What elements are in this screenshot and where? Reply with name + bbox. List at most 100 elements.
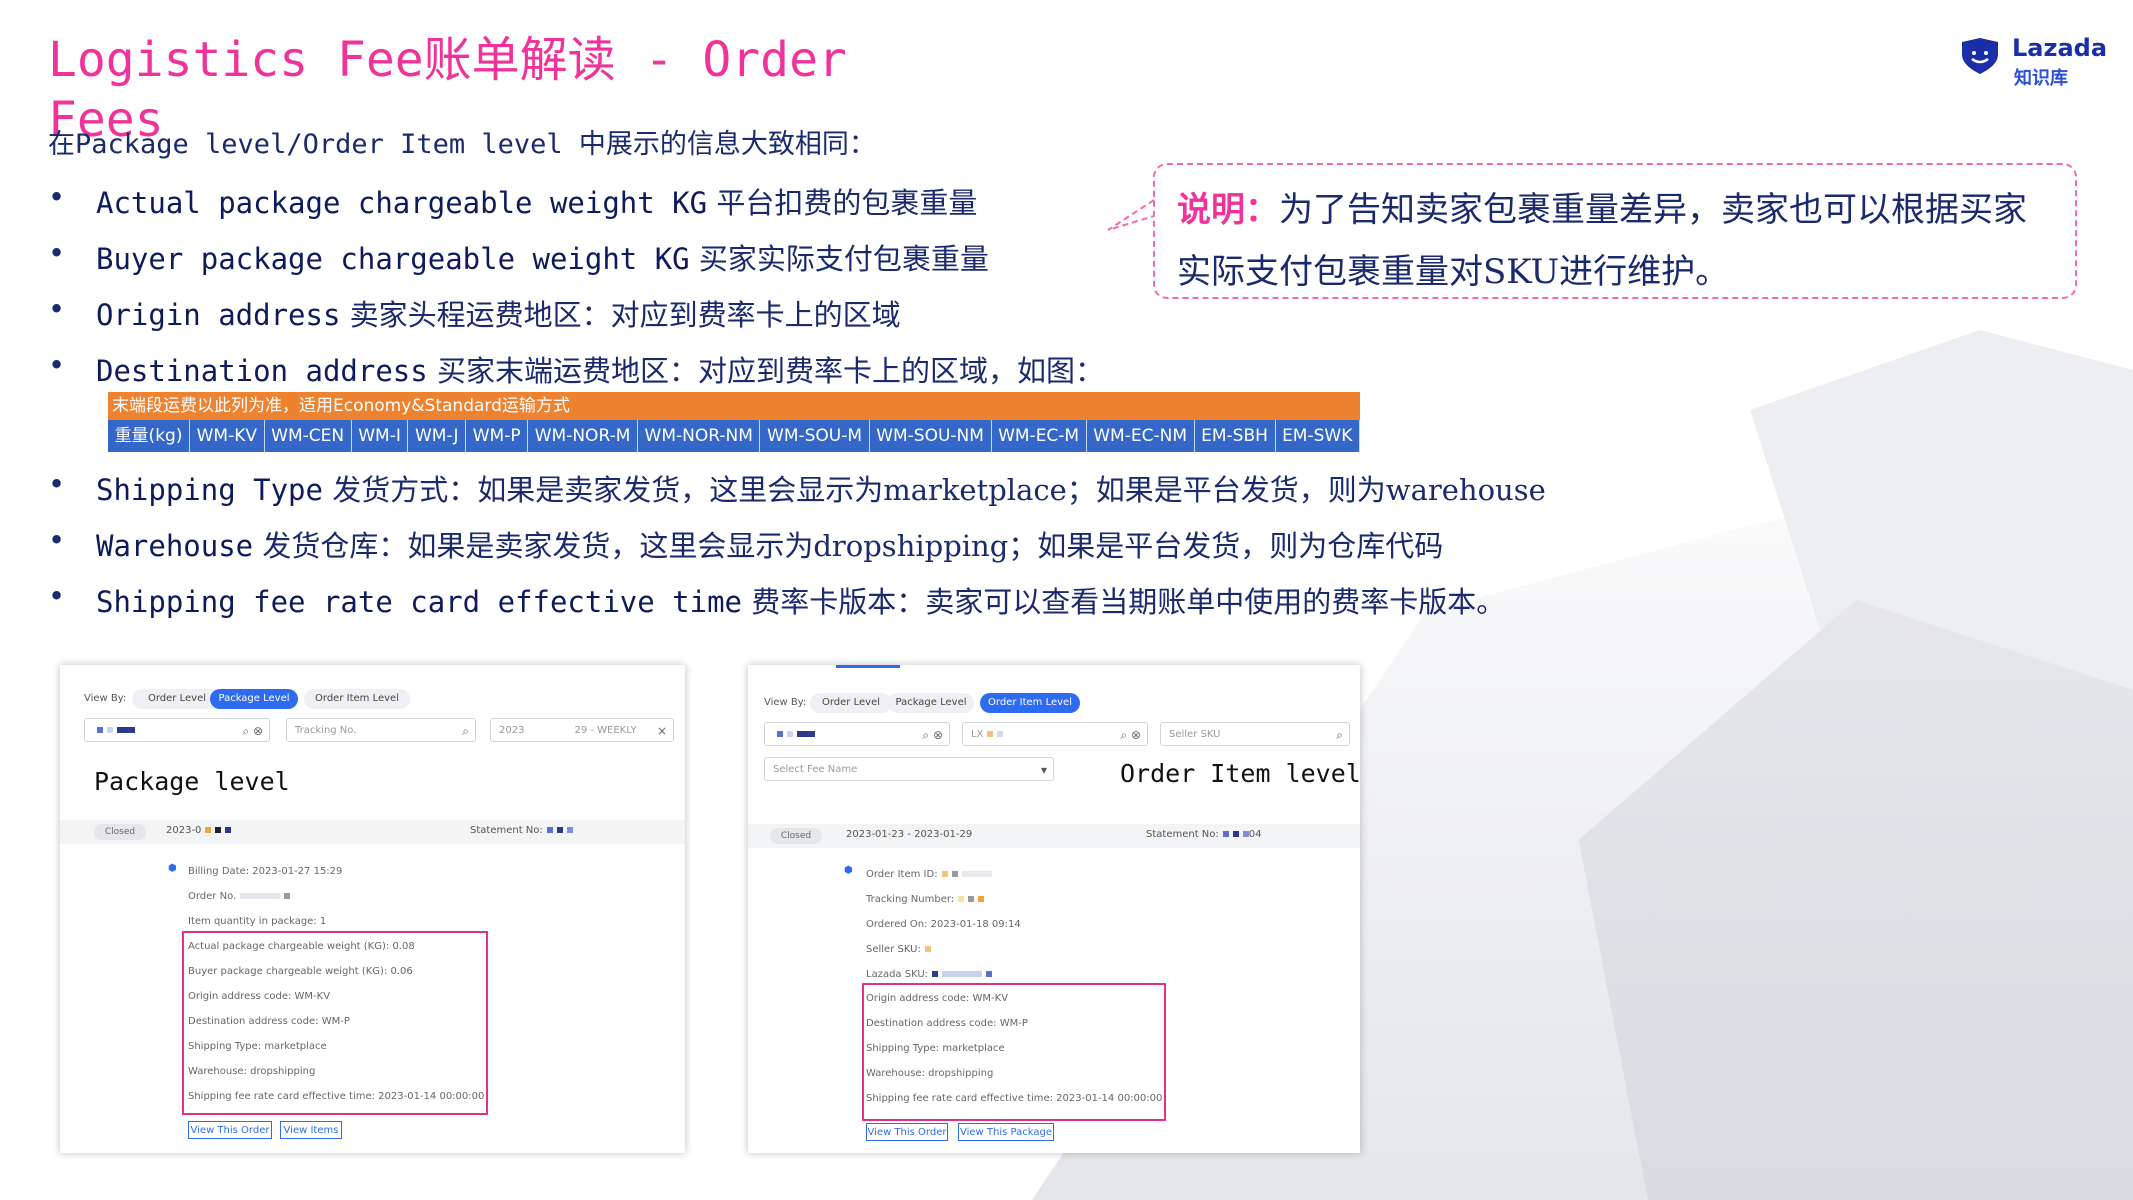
logo-brand: Lazada (2012, 34, 2108, 62)
seller-sku-input[interactable]: Seller SKU ⌕ (1160, 722, 1350, 746)
rate-card-column: WM-EC-M (992, 420, 1087, 452)
search-clear-icon[interactable]: ⌕ ⊗ (1120, 723, 1141, 747)
period-select[interactable]: 2023 29 - WEEKLY × (490, 718, 674, 742)
item-search-value: LX (971, 729, 984, 740)
seller-sku: Seller SKU: (866, 944, 931, 955)
bullet-term: Shipping Type (96, 473, 323, 507)
bullet-desc: 买家实际支付包裹重量 (698, 242, 989, 276)
tracking-no-input[interactable]: Tracking No. ⌕ (286, 718, 476, 742)
order-item-id: Order Item ID: (866, 869, 992, 880)
detail-field: Shipping Type: marketplace (866, 1043, 1005, 1054)
rate-card-column: WM-SOU-M (760, 420, 870, 452)
statement-no: Statement No: (470, 825, 573, 836)
lazada-heart-icon (1962, 38, 1998, 74)
period-start: 2023 (499, 725, 525, 736)
bullet-desc: 卖家头程运费地区：对应到费率卡上的区域 (349, 298, 901, 332)
callout-tail (1107, 199, 1155, 231)
detail-field: Destination address code: WM-P (188, 1016, 350, 1027)
statement-period: 2023-01-23 - 2023-01-29 (846, 829, 973, 840)
bullet-desc: 平台扣费的包裹重量 (716, 186, 978, 220)
view-by-label: View By: (764, 697, 807, 708)
tab-order-level[interactable]: Order Level (810, 693, 892, 713)
detail-field: Destination address code: WM-P (866, 1018, 1028, 1029)
statement-no: Statement No: 04 (1146, 829, 1262, 840)
package-icon: ⬢ (844, 865, 853, 876)
close-icon[interactable]: × (657, 719, 667, 743)
rate-card-column: WM-NOR-M (528, 420, 638, 452)
detail-field: Origin address code: WM-KV (866, 993, 1009, 1004)
bullet-term: Warehouse (96, 529, 254, 563)
statement-period: 2023-0 (166, 825, 232, 836)
tab-order-item-level[interactable]: Order Item Level (980, 693, 1080, 713)
intro-text: 在Package level/Order Item level 中展示的信息大致… (48, 129, 876, 160)
tab-package-level[interactable]: Package Level (888, 693, 974, 713)
view-this-order-button[interactable]: View This Order (866, 1123, 948, 1141)
view-items-button[interactable]: View Items (280, 1121, 342, 1139)
rate-card-column: WM-CEN (265, 420, 352, 452)
package-icon: ⬢ (168, 863, 177, 874)
rate-card-column: WM-KV (190, 420, 265, 452)
rate-card-column: WM-J (408, 420, 467, 452)
rate-card-columns: 重量(kg) WM-KV WM-CEN WM-I WM-J WM-P WM-NO… (108, 420, 1360, 452)
fee-name-select[interactable]: Select Fee Name ▾ (764, 757, 1054, 781)
detail-field: Actual package chargeable weight (KG): 0… (188, 941, 415, 952)
detail-field: Shipping fee rate card effective time: 2… (188, 1091, 485, 1102)
rate-card-table: 末端段运费以此列为准，适用Economy&Standard运输方式 重量(kg)… (108, 392, 1360, 452)
rate-card-column: WM-SOU-NM (870, 420, 992, 452)
fee-name-placeholder: Select Fee Name (773, 764, 858, 775)
status-badge: Closed (94, 824, 146, 840)
item-quantity: Item quantity in package: 1 (188, 916, 327, 927)
bullet-desc: 发货方式：如果是卖家发货，这里会显示为marketplace；如果是平台发货，则… (332, 473, 1546, 507)
rate-card-column: WM-NOR-NM (638, 420, 761, 452)
detail-field: Shipping fee rate card effective time: 2… (866, 1093, 1163, 1104)
search-clear-icon[interactable]: ⌕ ⊗ (922, 723, 943, 747)
order-no: Order No. (188, 891, 291, 902)
order-item-level-screenshot: View By: Order Level Package Level Order… (748, 665, 1360, 1153)
tab-package-level[interactable]: Package Level (210, 689, 298, 709)
statement-strip (748, 824, 1360, 848)
note-callout: 说明：为了告知卖家包裹重量差异，卖家也可以根据买家实际支付包裹重量对SKU进行维… (1153, 163, 2077, 299)
lazada-logo: Lazada 知识库 (1958, 34, 2107, 94)
statement-strip (60, 820, 685, 844)
detail-field: Warehouse: dropshipping (866, 1068, 994, 1079)
tab-order-item-level[interactable]: Order Item Level (304, 689, 410, 709)
view-this-package-button[interactable]: View This Package (958, 1123, 1054, 1141)
bullet-term: Destination address (96, 354, 428, 388)
bullet-term: Shipping fee rate card effective time (96, 585, 743, 619)
seller-sku-placeholder: Seller SKU (1169, 729, 1221, 740)
rate-card-column: EM-SBH (1195, 420, 1276, 452)
bullet-desc: 费率卡版本：卖家可以查看当期账单中使用的费率卡版本。 (751, 585, 1506, 619)
bullet-term: Actual package chargeable weight KG (96, 186, 708, 220)
tracking-placeholder: Tracking No. (295, 725, 357, 736)
detail-field: Buyer package chargeable weight (KG): 0.… (188, 966, 413, 977)
package-level-screenshot: View By: Order Level Package Level Order… (60, 665, 685, 1153)
note-label: 说明： (1177, 190, 1279, 230)
order-search-input[interactable]: ⌕ ⊗ (84, 718, 270, 742)
rate-card-header: 末端段运费以此列为准，适用Economy&Standard运输方式 (108, 392, 1360, 420)
status-badge: Closed (770, 828, 822, 844)
rate-card-column: 重量(kg) (108, 420, 191, 452)
bullet-term: Buyer package chargeable weight KG (96, 242, 690, 276)
rate-card-column: WM-EC-NM (1087, 420, 1195, 452)
order-item-level-caption: Order Item level (1120, 759, 1360, 788)
bullet-desc: 买家末端运费地区：对应到费率卡上的区域，如图： (436, 354, 1104, 388)
bullet-desc: 发货仓库：如果是卖家发货，这里会显示为dropshipping；如果是平台发货，… (262, 529, 1444, 563)
view-by-label: View By: (84, 693, 127, 704)
period-end: 29 - WEEKLY (574, 725, 637, 736)
order-search-input[interactable]: ⌕ ⊗ (764, 722, 950, 746)
package-level-caption: Package level (94, 767, 290, 796)
lazada-sku: Lazada SKU: (866, 969, 993, 980)
tab-indicator (836, 665, 900, 668)
item-search-input[interactable]: LX ⌕ ⊗ (962, 722, 1148, 746)
search-clear-icon[interactable]: ⌕ ⊗ (242, 719, 263, 743)
tab-order-level[interactable]: Order Level (132, 689, 222, 709)
search-icon[interactable]: ⌕ (1336, 723, 1343, 747)
detail-field: Origin address code: WM-KV (188, 991, 331, 1002)
detail-field: Shipping Type: marketplace (188, 1041, 327, 1052)
chevron-down-icon[interactable]: ▾ (1041, 758, 1047, 782)
search-icon[interactable]: ⌕ (462, 719, 469, 743)
rate-card-column: WM-P (466, 420, 529, 452)
view-this-order-button[interactable]: View This Order (188, 1121, 272, 1139)
tracking-number: Tracking Number: (866, 894, 985, 905)
rate-card-column: WM-I (352, 420, 409, 452)
